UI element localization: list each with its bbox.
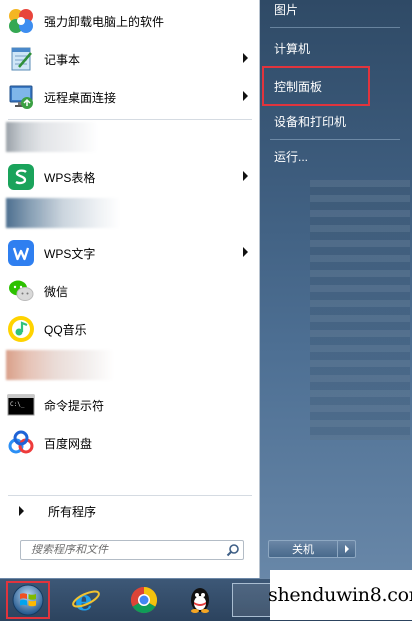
program-label: 命令提示符 — [44, 398, 105, 413]
search-box[interactable] — [20, 540, 244, 560]
program-item-command-prompt[interactable]: C:\_ 命令提示符 — [6, 388, 256, 422]
control-panel-highlight-box — [262, 66, 370, 106]
wechat-icon — [6, 276, 36, 306]
program-label: WPS文字 — [44, 246, 96, 261]
places-separator — [270, 139, 400, 140]
taskbar-window-button[interactable] — [232, 583, 272, 617]
windows-orb-icon — [12, 584, 44, 616]
chevron-right-icon — [344, 545, 349, 553]
submenu-arrow-icon[interactable] — [243, 53, 248, 63]
watermark-text: shenduwin8.com — [268, 584, 412, 606]
notepad-icon — [6, 44, 36, 74]
places-label: 图片 — [274, 2, 299, 17]
start-button[interactable] — [6, 581, 50, 619]
shutdown-group: 关机 — [268, 540, 356, 558]
program-item-uninstaller[interactable]: 强力卸载电脑上的软件 — [6, 4, 256, 38]
search-input[interactable] — [31, 544, 223, 556]
blurred-program-item[interactable] — [6, 350, 114, 380]
program-label: WPS表格 — [44, 170, 96, 185]
submenu-arrow-icon[interactable] — [243, 171, 248, 181]
program-item-qq-music[interactable]: QQ音乐 — [6, 312, 256, 346]
program-label: 强力卸载电脑上的软件 — [44, 14, 165, 29]
background-window-content — [310, 180, 410, 440]
places-item-computer[interactable]: 计算机 — [266, 33, 406, 63]
blurred-program-item[interactable] — [6, 198, 120, 228]
qq-icon[interactable] — [184, 584, 216, 616]
places-item-pictures[interactable]: 图片 — [266, 0, 406, 24]
wps-writer-icon — [6, 238, 36, 268]
section-divider — [8, 119, 252, 120]
program-item-wps-spreadsheet[interactable]: WPS表格 — [6, 160, 256, 194]
places-label: 运行... — [274, 149, 309, 164]
svg-text:e: e — [75, 585, 93, 615]
baidu-netdisk-icon — [6, 428, 36, 458]
wps-spreadsheet-icon — [6, 162, 36, 192]
search-icon[interactable] — [223, 541, 243, 559]
places-separator — [270, 27, 400, 28]
start-menu-programs-pane: 强力卸载电脑上的软件 记事本 远程桌面连接 WPS表格 WPS文字 微信 QQ音… — [0, 0, 260, 578]
shutdown-button[interactable]: 关机 — [268, 540, 338, 558]
expand-arrow-icon — [19, 506, 24, 516]
program-label: 记事本 — [44, 52, 81, 67]
program-item-notepad[interactable]: 记事本 — [6, 42, 256, 76]
places-item-devices-printers[interactable]: 设备和打印机 — [266, 106, 406, 136]
all-programs-button[interactable]: 所有程序 — [8, 498, 254, 524]
submenu-arrow-icon[interactable] — [243, 91, 248, 101]
program-item-remote-desktop[interactable]: 远程桌面连接 — [6, 80, 256, 114]
svg-text:C:\_: C:\_ — [10, 401, 25, 408]
qq-music-icon — [6, 314, 36, 344]
places-label: 设备和打印机 — [274, 114, 347, 129]
program-label: 百度网盘 — [44, 436, 93, 451]
submenu-arrow-icon[interactable] — [243, 247, 248, 257]
section-divider — [8, 495, 252, 496]
program-item-baidu-netdisk[interactable]: 百度网盘 — [6, 426, 256, 460]
program-item-wps-writer[interactable]: WPS文字 — [6, 236, 256, 270]
places-item-run[interactable]: 运行... — [266, 141, 406, 171]
command-prompt-icon: C:\_ — [6, 390, 36, 420]
shutdown-options-button[interactable] — [338, 540, 356, 558]
internet-explorer-icon[interactable]: e — [70, 584, 102, 616]
chrome-icon[interactable] — [128, 584, 160, 616]
remote-desktop-icon — [6, 82, 36, 112]
all-programs-label: 所有程序 — [48, 504, 97, 519]
program-item-wechat[interactable]: 微信 — [6, 274, 256, 308]
site-watermark: shenduwin8.com — [268, 570, 412, 620]
blurred-program-item[interactable] — [6, 122, 98, 152]
program-label: QQ音乐 — [44, 322, 87, 337]
program-label: 微信 — [44, 284, 69, 299]
uninstaller-icon — [6, 6, 36, 36]
places-label: 计算机 — [274, 41, 311, 56]
program-label: 远程桌面连接 — [44, 90, 117, 105]
